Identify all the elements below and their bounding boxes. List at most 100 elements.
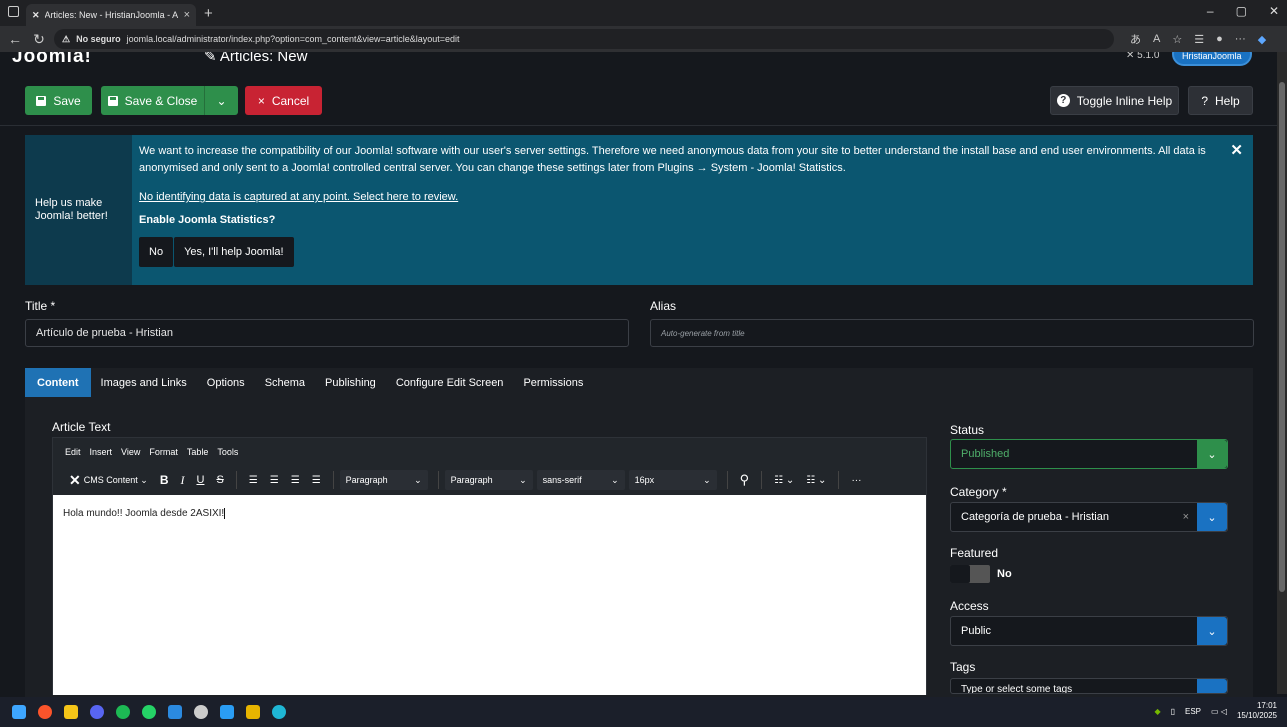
save-icon (36, 95, 47, 106)
read-aloud-icon[interactable]: A (1153, 33, 1160, 45)
xampp-icon[interactable] (246, 705, 260, 719)
menu-table[interactable]: Table (187, 447, 209, 457)
page-title: ✎ Articles: New (204, 52, 307, 65)
bullet-list-icon[interactable]: ☷ ⌄ (768, 475, 800, 486)
tab-publishing[interactable]: Publishing (315, 368, 386, 397)
save-button[interactable]: Save (25, 86, 92, 115)
toolbar: Save Save & Close ⌄ × Cancel ? Toggle In… (0, 74, 1277, 126)
discord-icon[interactable] (90, 705, 104, 719)
edge-icon[interactable] (272, 705, 286, 719)
question-icon: ? (1056, 94, 1070, 107)
windows-start-icon[interactable] (12, 705, 26, 719)
bold-button[interactable]: B (154, 473, 175, 487)
copilot-icon[interactable]: ◆ (1258, 33, 1266, 46)
tab-images-links[interactable]: Images and Links (91, 368, 197, 397)
save-icon (107, 95, 118, 106)
font-size-select[interactable]: 16px ⌄ (628, 470, 717, 490)
tab-content[interactable]: Content (25, 368, 91, 397)
battery-icon[interactable]: ▯ (1171, 707, 1175, 716)
statistics-close-icon[interactable]: ✕ (1230, 141, 1243, 159)
tab-options[interactable]: Options (197, 368, 255, 397)
brave-icon[interactable] (38, 705, 52, 719)
block-format-select[interactable]: Paragraph ⌄ (339, 470, 428, 490)
tab-permissions[interactable]: Permissions (513, 368, 593, 397)
article-editor: Edit Insert View Format Table Tools ✕ CM… (52, 437, 927, 695)
help-button[interactable]: ? Help (1188, 86, 1253, 115)
cms-content-button[interactable]: ✕ CMS Content ⌄ (63, 472, 154, 489)
spotify-icon[interactable] (116, 705, 130, 719)
tab-close-icon[interactable]: × (184, 9, 190, 21)
more-icon[interactable]: ··· (1235, 33, 1246, 45)
clock[interactable]: 17:01 15/10/2025 (1237, 701, 1277, 721)
insecure-label: No seguro (76, 34, 121, 44)
statistics-no-button[interactable]: No (139, 237, 174, 267)
tab-configure-edit-screen[interactable]: Configure Edit Screen (386, 368, 514, 397)
user-menu[interactable]: HristianJoomla (1172, 52, 1252, 66)
menu-edit[interactable]: Edit (65, 447, 81, 457)
category-select[interactable]: Categoría de prueba - Hristian × ⌄ (950, 502, 1228, 532)
numbered-list-icon[interactable]: ☷ ⌄ (800, 475, 832, 486)
alias-input[interactable]: Auto-generate from title (650, 319, 1254, 347)
url-field[interactable]: ⚠ No seguro joomla.local/administrator/i… (54, 29, 1114, 49)
nvidia-icon[interactable]: ◆ (1154, 707, 1160, 716)
access-select[interactable]: Public ⌄ (950, 616, 1228, 646)
italic-button[interactable]: I (174, 473, 190, 488)
close-window-icon[interactable]: ✕ (1269, 4, 1279, 18)
new-tab-button[interactable]: + (204, 5, 213, 22)
statistics-buttons: No Yes, I'll help Joomla! (139, 237, 1209, 267)
scrollbar-thumb[interactable] (1279, 82, 1285, 592)
statistics-review-link[interactable]: No identifying data is captured at any p… (139, 189, 1209, 206)
browser-tab[interactable]: ✕ Articles: New - HristianJoomla - A × (26, 4, 196, 26)
align-right-icon[interactable]: ☰ (285, 475, 306, 486)
clear-icon[interactable]: × (1183, 511, 1189, 523)
align-justify-icon[interactable]: ☰ (306, 475, 327, 486)
title-input[interactable]: Artículo de prueba - Hristian (25, 319, 629, 347)
version-label: ✕ 5.1.0 (1126, 52, 1160, 61)
status-select[interactable]: Published ⌄ (950, 439, 1228, 469)
editor-content-area[interactable]: Hola mundo!! Joomla desde 2ASIXI! (53, 495, 926, 695)
vscode-icon[interactable] (220, 705, 234, 719)
url-text: joomla.local/administrator/index.php?opt… (126, 34, 460, 44)
chevron-down-icon: ⌄ (1197, 440, 1227, 468)
menu-view[interactable]: View (121, 447, 140, 457)
network-volume-icon[interactable]: ▭ ◁ (1211, 707, 1227, 716)
page-scrollbar[interactable] (1277, 52, 1287, 694)
more-options-icon[interactable]: ··· (845, 475, 867, 486)
file-explorer-icon[interactable] (64, 705, 78, 719)
refresh-icon[interactable]: ↻ (30, 31, 48, 48)
joomla-logo[interactable]: Joomla! (12, 52, 92, 68)
paragraph-select[interactable]: Paragraph ⌄ (444, 470, 533, 490)
language-indicator[interactable]: ESP (1185, 707, 1201, 716)
favorite-icon[interactable]: ☆ (1172, 33, 1182, 46)
restore-icon[interactable]: ▢ (1236, 4, 1247, 18)
tab-schema[interactable]: Schema (255, 368, 315, 397)
cancel-button[interactable]: × Cancel (245, 86, 322, 115)
back-icon[interactable]: ← (6, 31, 24, 47)
menu-insert[interactable]: Insert (90, 447, 113, 457)
virtualbox-icon[interactable] (194, 705, 208, 719)
align-center-icon[interactable]: ☰ (264, 475, 285, 486)
save-close-button[interactable]: Save & Close (101, 86, 204, 115)
sidebar-toggle-icon[interactable] (8, 6, 19, 17)
whatsapp-icon[interactable] (142, 705, 156, 719)
strikethrough-button[interactable]: S (210, 474, 229, 486)
favorites-icon[interactable]: ☰ (1194, 33, 1204, 46)
store-icon[interactable] (168, 705, 182, 719)
statistics-body: We want to increase the compatibility of… (139, 143, 1209, 267)
underline-button[interactable]: U (190, 474, 210, 486)
edit-tabs: Content Images and Links Options Schema … (25, 368, 1253, 397)
toggle-inline-help-button[interactable]: ? Toggle Inline Help (1050, 86, 1179, 115)
tags-input[interactable]: Type or select some tags (950, 678, 1228, 694)
font-family-select[interactable]: sans-serif ⌄ (536, 470, 625, 490)
profile-icon[interactable]: ● (1216, 33, 1223, 45)
save-options-dropdown[interactable]: ⌄ (204, 86, 238, 115)
featured-toggle[interactable] (950, 565, 990, 583)
statistics-yes-button[interactable]: Yes, I'll help Joomla! (174, 237, 294, 267)
menu-format[interactable]: Format (149, 447, 178, 457)
search-icon[interactable]: ⚲ (734, 472, 756, 488)
menu-tools[interactable]: Tools (217, 447, 238, 457)
chevron-down-icon: ⌄ (1197, 617, 1227, 645)
align-left-icon[interactable]: ☰ (243, 475, 264, 486)
translate-icon[interactable]: あ (1130, 31, 1141, 47)
minimize-icon[interactable]: – (1207, 4, 1214, 18)
